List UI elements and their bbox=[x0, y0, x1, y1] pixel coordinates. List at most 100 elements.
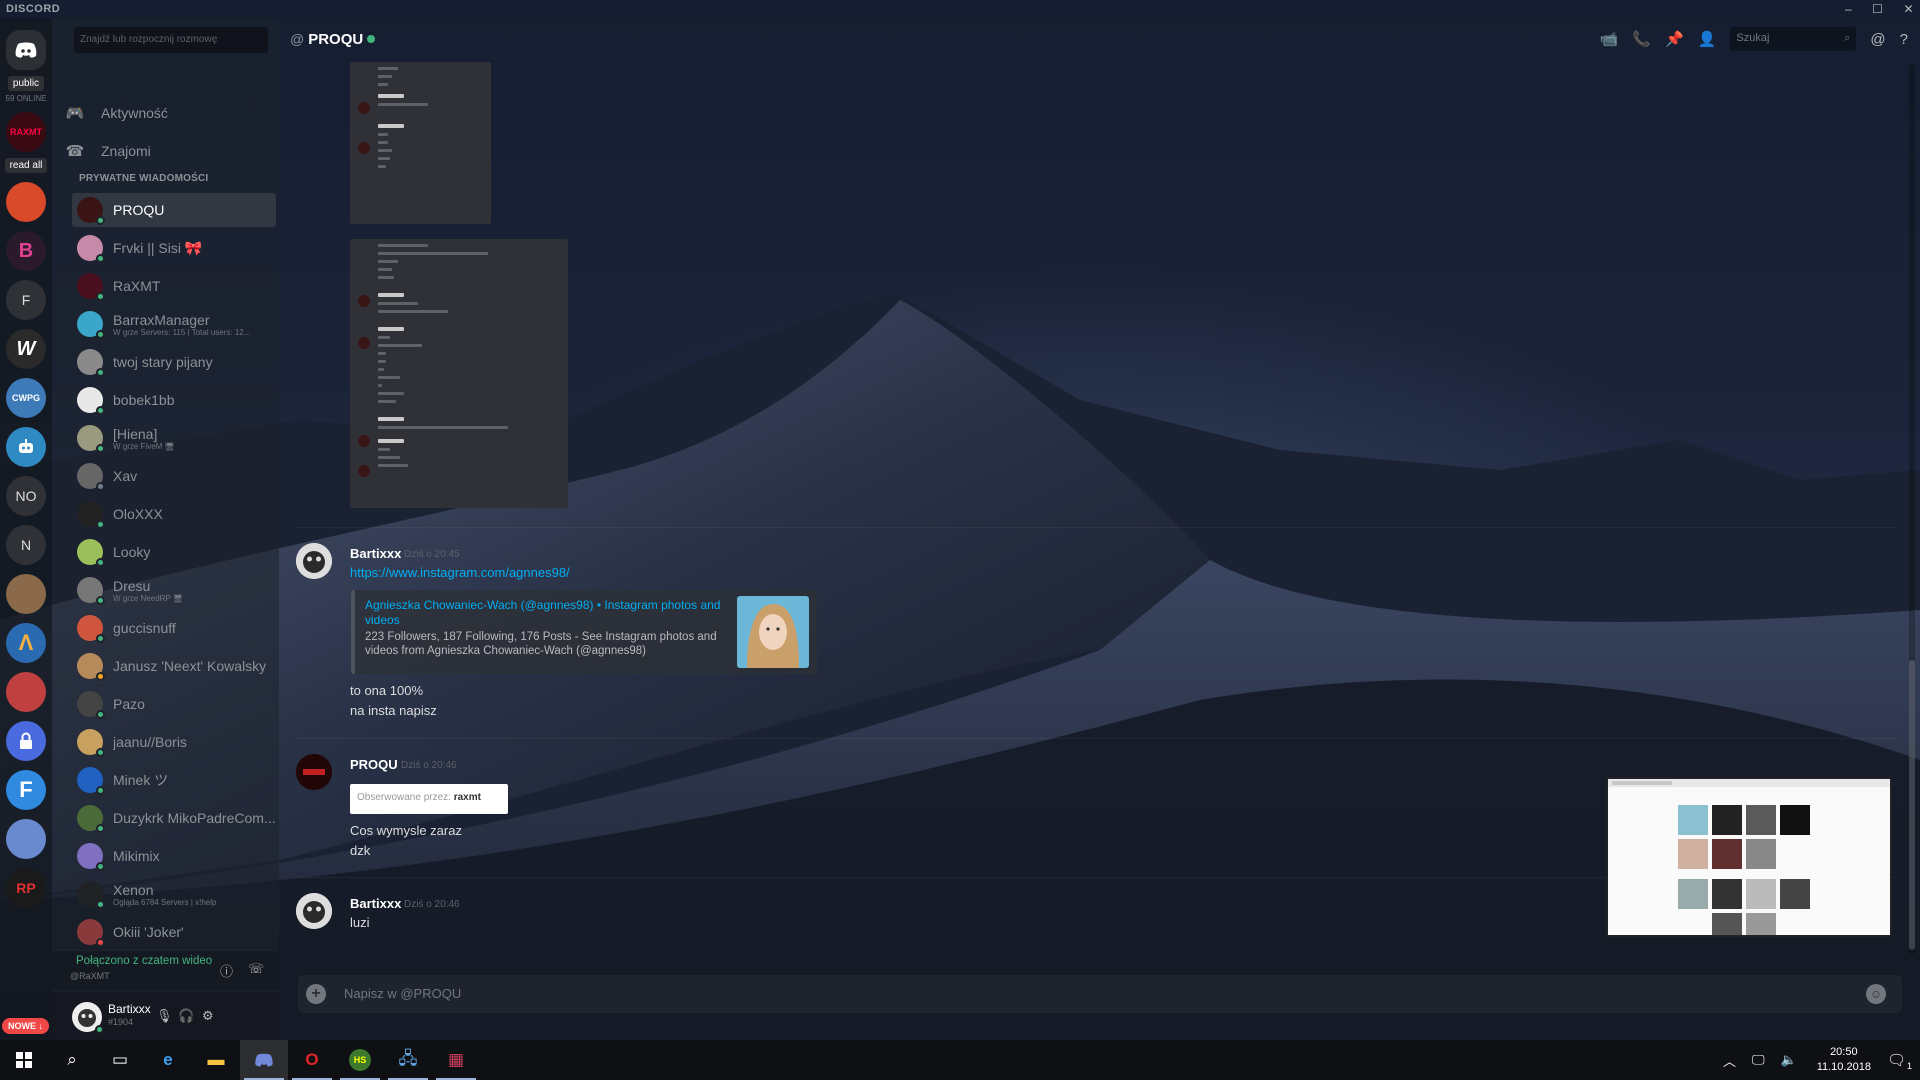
dm-item[interactable]: Frvki || Sisi 🎀 bbox=[72, 231, 276, 265]
settings-gear-icon[interactable]: ⚙ bbox=[202, 1008, 214, 1024]
server-icon-avatar[interactable] bbox=[6, 574, 46, 614]
server-icon-2[interactable]: B bbox=[6, 231, 46, 271]
voice-call-icon[interactable]: 📞 bbox=[1632, 30, 1651, 48]
microphone-icon[interactable]: 🎙 bbox=[156, 1008, 173, 1024]
network-icon[interactable]: 🖵 bbox=[1752, 1052, 1765, 1068]
message-avatar[interactable] bbox=[296, 893, 332, 929]
image-attachment-followed-by[interactable]: Obserwowane przez: raxmt bbox=[350, 784, 508, 814]
message-author[interactable]: PROQU bbox=[350, 757, 398, 772]
image-attachment-1[interactable] bbox=[350, 62, 491, 224]
server-icon-f2[interactable]: F bbox=[6, 770, 46, 810]
image-attachment-2[interactable] bbox=[350, 239, 568, 508]
discord-taskbar-icon[interactable] bbox=[240, 1040, 288, 1080]
add-friend-icon[interactable]: 👤 bbox=[1698, 30, 1717, 48]
server-f[interactable]: F bbox=[6, 280, 46, 320]
close-button[interactable]: ✕ bbox=[1903, 2, 1914, 16]
server-no[interactable]: NO bbox=[6, 476, 46, 516]
dm-item[interactable]: [Hiena] W grze FiveM 🖥 bbox=[72, 421, 276, 455]
message-avatar[interactable] bbox=[296, 543, 332, 579]
dm-item[interactable]: PROQU bbox=[72, 193, 276, 227]
dm-item[interactable]: RaXMT bbox=[72, 269, 276, 303]
server-icon-skull[interactable] bbox=[6, 672, 46, 712]
start-button[interactable] bbox=[0, 1040, 48, 1080]
notification-center-icon[interactable]: 🗨 1 bbox=[1887, 1051, 1912, 1071]
message-author[interactable]: Bartixxx bbox=[350, 546, 401, 561]
dm-item[interactable]: Looky bbox=[72, 535, 276, 569]
message-link[interactable]: https://www.instagram.com/agnnes98/ bbox=[350, 565, 570, 580]
message-input[interactable]: Napisz w @PROQU bbox=[344, 986, 461, 1001]
server-icon-w[interactable]: W bbox=[6, 329, 46, 369]
read-all-button[interactable]: read all bbox=[4, 158, 48, 173]
file-explorer-icon[interactable]: ▬ bbox=[192, 1040, 240, 1080]
dm-item[interactable]: bobek1bb bbox=[72, 383, 276, 417]
embed-title[interactable]: Agnieszka Chowaniec-Wach (@agnnes98) • I… bbox=[365, 598, 735, 628]
server-icon-rp[interactable]: RP bbox=[6, 868, 46, 908]
message-divider bbox=[297, 527, 1897, 528]
dm-search-input[interactable]: Znajdź lub rozpocznij rozmowę bbox=[74, 27, 268, 53]
hearthstone-icon[interactable]: HS bbox=[336, 1040, 384, 1080]
dm-avatar bbox=[77, 577, 105, 605]
dm-item[interactable]: OloXXX bbox=[72, 497, 276, 531]
server-icon-bot[interactable] bbox=[6, 427, 46, 467]
chat-scrollbar-thumb[interactable] bbox=[1909, 660, 1915, 950]
dm-item[interactable]: Minek ツ bbox=[72, 763, 276, 797]
video-call-icon[interactable]: 📹 bbox=[1600, 30, 1619, 48]
status-indicator bbox=[96, 748, 105, 757]
emoji-picker-icon[interactable]: ☺ bbox=[1866, 984, 1886, 1004]
message-author[interactable]: Bartixxx bbox=[350, 896, 401, 911]
public-server-label[interactable]: public bbox=[7, 76, 45, 91]
window-controls: – ☐ ✕ bbox=[1845, 2, 1914, 16]
voice-channel-name[interactable]: @RaXMT bbox=[70, 971, 110, 981]
help-icon[interactable]: ? bbox=[1900, 31, 1908, 48]
dm-item[interactable]: twoj stary pijany bbox=[72, 345, 276, 379]
user-avatar[interactable] bbox=[72, 1002, 104, 1034]
dm-item[interactable]: Duzykrk MikoPadreCom... bbox=[72, 801, 276, 835]
edge-browser-icon[interactable]: e bbox=[144, 1040, 192, 1080]
dm-item[interactable]: Xav bbox=[72, 459, 276, 493]
nav-activity[interactable]: 🎮 Aktywność bbox=[64, 98, 274, 128]
server-icon-a[interactable]: Λ bbox=[6, 623, 46, 663]
dm-text: Minek ツ bbox=[113, 770, 168, 790]
dm-item[interactable]: BarraxManager W grze Servers: 115 | Total… bbox=[72, 307, 276, 341]
home-button[interactable] bbox=[6, 30, 46, 70]
headphones-icon[interactable]: 🎧 bbox=[178, 1008, 194, 1024]
dm-text: Okiii 'Joker' bbox=[113, 924, 184, 940]
app-title: DISCORD bbox=[6, 3, 61, 15]
search-icon[interactable]: ⌕ bbox=[48, 1040, 96, 1080]
pin-icon[interactable]: 📌 bbox=[1665, 30, 1684, 48]
disconnect-icon[interactable]: ☏ bbox=[248, 961, 264, 977]
dm-item[interactable]: guccisnuff bbox=[72, 611, 276, 645]
opera-browser-icon[interactable]: O bbox=[288, 1040, 336, 1080]
maximize-button[interactable]: ☐ bbox=[1872, 2, 1883, 16]
volume-icon[interactable]: 🔈 bbox=[1781, 1052, 1797, 1068]
winrar-icon[interactable]: ▦ bbox=[432, 1040, 480, 1080]
server-icon-cwpg[interactable]: CWPG bbox=[6, 378, 46, 418]
info-icon[interactable]: ⓘ bbox=[220, 961, 233, 980]
server-n[interactable]: N bbox=[6, 525, 46, 565]
task-view-icon[interactable]: ▭ bbox=[96, 1040, 144, 1080]
network-app-icon[interactable]: 🖧 bbox=[384, 1040, 432, 1080]
dm-item[interactable]: Mikimix bbox=[72, 839, 276, 873]
server-icon-pumpkin[interactable] bbox=[6, 819, 46, 859]
system-clock[interactable]: 20:50 11.10.2018 bbox=[1817, 1045, 1871, 1075]
dm-item[interactable]: Janusz 'Neext' Kowalsky bbox=[72, 649, 276, 683]
dm-avatar bbox=[77, 919, 105, 947]
dm-item[interactable]: Xenon Ogląda 6784 Servers | x!help bbox=[72, 877, 276, 911]
server-icon-1[interactable] bbox=[6, 182, 46, 222]
chevron-up-icon[interactable]: ︿ bbox=[1723, 1051, 1736, 1070]
dm-item[interactable]: jaanu//Boris bbox=[72, 725, 276, 759]
upload-plus-icon[interactable]: + bbox=[306, 984, 326, 1004]
embed-thumbnail[interactable] bbox=[737, 596, 809, 668]
video-call-preview[interactable] bbox=[1606, 777, 1892, 937]
chat-search-input[interactable]: Szukaj ⌕ bbox=[1730, 27, 1857, 51]
dm-item[interactable]: Dresu W grze NeedRP 🖥 bbox=[72, 573, 276, 607]
new-messages-badge[interactable]: NOWE ↓ bbox=[2, 1018, 49, 1034]
nav-friends[interactable]: ☎ Znajomi bbox=[64, 136, 274, 166]
server-raxmt[interactable]: RAXMT bbox=[6, 112, 46, 152]
dm-item[interactable]: Okiii 'Joker' bbox=[72, 915, 276, 949]
server-icon-lock[interactable] bbox=[6, 721, 46, 761]
dm-item[interactable]: Pazo bbox=[72, 687, 276, 721]
minimize-button[interactable]: – bbox=[1845, 2, 1852, 16]
mention-icon[interactable]: @ bbox=[1870, 31, 1885, 48]
message-avatar[interactable] bbox=[296, 754, 332, 790]
